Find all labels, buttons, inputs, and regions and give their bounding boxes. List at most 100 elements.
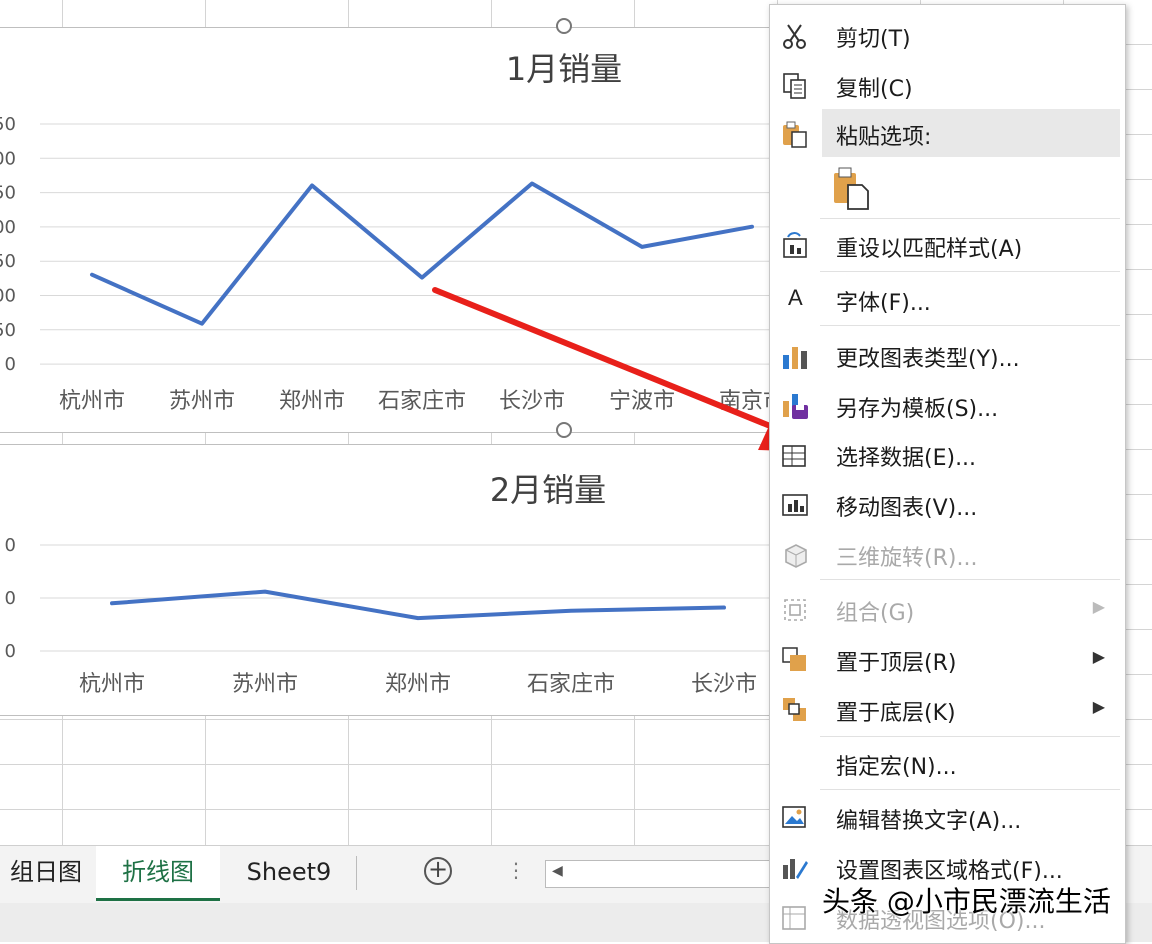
y-tick-label: 50 [0, 251, 16, 272]
menu-item-move-chart[interactable]: 移动图表(V)... [770, 480, 1125, 528]
data-point [200, 322, 204, 326]
y-tick-label: 50 [0, 114, 16, 135]
menu-label: 指定宏(N)... [836, 755, 957, 780]
more-dots-icon[interactable]: ⋮ [506, 858, 526, 882]
watermark-text: 头条 @小市民漂流生活 [822, 885, 1111, 918]
menu-item-reset-style[interactable]: 重设以匹配样式(A) [770, 221, 1125, 269]
data-point [722, 606, 726, 610]
menu-label: 置于底层(K) [836, 701, 956, 726]
menu-label: 复制(C) [836, 77, 913, 102]
menu-label: 组合(G) [836, 601, 915, 626]
x-tick-label: 苏州市 [232, 672, 298, 697]
chart-type-icon [783, 347, 807, 369]
copy-icon [783, 73, 806, 99]
x-tick-label: 苏州市 [169, 389, 235, 414]
y-tick-label: 50 [0, 320, 16, 341]
submenu-arrow-icon: ▶ [1092, 697, 1105, 716]
horizontal-scrollbar[interactable]: ◀ [545, 860, 775, 888]
menu-item-save-template[interactable]: 另存为模板(S)... [770, 381, 1125, 429]
menu-label: 字体(F)... [836, 291, 931, 316]
chart-1-top-handle[interactable] [556, 18, 572, 34]
chart-2[interactable]: 2月销量 0 0 0 杭州市 苏州市 郑州市 石家庄市 长沙市 [0, 444, 770, 716]
menu-label: 粘贴选项: [836, 125, 932, 150]
chart-title: 2月销量 [490, 471, 606, 509]
y-tick-label: 50 [0, 183, 16, 204]
data-point [263, 590, 267, 594]
x-tick-label: 郑州市 [279, 389, 345, 414]
series-line [110, 589, 726, 621]
save-template-icon [783, 394, 808, 419]
group-icon [784, 599, 806, 621]
x-tick-label: 长沙市 [691, 672, 757, 697]
menu-separator [820, 789, 1120, 790]
menu-item-edit-alt-text[interactable]: 编辑替换文字(A)... [770, 793, 1125, 841]
scissors-icon [783, 24, 806, 49]
menu-label: 选择数据(E)... [836, 446, 977, 471]
menu-item-group[interactable]: 组合(G) ▶ [770, 585, 1125, 633]
x-tick-label: 石家庄市 [527, 672, 615, 697]
menu-label: 置于顶层(R) [836, 651, 957, 676]
menu-item-3d-rotation[interactable]: 三维旋转(R)... [770, 530, 1125, 578]
tab-divider [356, 856, 357, 890]
menu-item-send-to-back[interactable]: 置于底层(K) ▶ [770, 685, 1125, 733]
y-tick-label: 0 [5, 641, 16, 662]
rotate-3d-icon [785, 544, 807, 568]
paste-icon [783, 121, 807, 148]
reset-style-icon [783, 232, 807, 258]
data-point [110, 601, 114, 605]
x-tick-label: 杭州市 [79, 672, 145, 697]
data-point [530, 182, 534, 186]
font-icon: A [788, 285, 803, 310]
menu-item-select-data[interactable]: 选择数据(E)... [770, 430, 1125, 478]
y-tick-label: 00 [0, 148, 16, 169]
chart-title: 1月销量 [506, 50, 622, 88]
menu-separator [820, 271, 1120, 272]
tab-sheet-1[interactable]: 组日图 [0, 846, 92, 898]
menu-item-paste-options-header: 粘贴选项: [770, 109, 1125, 157]
select-data-icon [782, 445, 806, 467]
format-area-icon [783, 859, 808, 879]
menu-label: 移动图表(V)... [836, 496, 978, 521]
menu-separator [820, 736, 1120, 737]
paste-keep-icon[interactable] [832, 165, 872, 211]
submenu-arrow-icon: ▶ [1092, 647, 1105, 666]
scroll-left-icon[interactable]: ◀ [552, 863, 563, 879]
menu-separator [820, 325, 1120, 326]
alt-text-icon [782, 806, 806, 828]
tab-sheet-3[interactable]: Sheet9 [228, 846, 350, 898]
menu-label: 重设以匹配样式(A) [836, 237, 1023, 262]
menu-item-font[interactable]: A 字体(F)... [770, 275, 1125, 323]
menu-label: 另存为模板(S)... [836, 397, 999, 422]
menu-item-paste-keep[interactable] [770, 161, 1125, 219]
menu-separator [820, 218, 1120, 219]
y-tick-label: 0 [5, 535, 16, 556]
add-sheet-button[interactable]: + [424, 855, 452, 885]
menu-label: 剪切(T) [836, 27, 911, 52]
menu-item-assign-macro[interactable]: 指定宏(N)... [770, 739, 1125, 787]
menu-item-bring-to-front[interactable]: 置于顶层(R) ▶ [770, 635, 1125, 683]
x-tick-label: 郑州市 [385, 672, 451, 697]
data-point [416, 616, 420, 620]
chart-2-svg: 2月销量 0 0 0 杭州市 苏州市 郑州市 石家庄市 长沙市 [5, 471, 770, 697]
data-point [640, 245, 644, 249]
context-menu: 剪切(T) 复制(C) 粘贴选项: 重设以匹配样式(A) A 字体(F)... … [769, 4, 1126, 944]
y-tick-label: 0 [5, 588, 16, 609]
submenu-arrow-icon: ▶ [1092, 597, 1105, 616]
data-point [750, 225, 754, 229]
send-back-icon [783, 698, 806, 721]
menu-item-copy[interactable]: 复制(C) [770, 61, 1125, 109]
menu-item-change-chart-type[interactable]: 更改图表类型(Y)... [770, 331, 1125, 379]
pivot-icon [782, 906, 806, 930]
menu-separator [820, 579, 1120, 580]
bring-front-icon [782, 647, 806, 671]
tab-sheet-2[interactable]: 折线图 [96, 846, 220, 901]
plus-icon: + [427, 855, 449, 883]
y-tick-label: 00 [0, 286, 16, 307]
menu-item-cut[interactable]: 剪切(T) [770, 11, 1125, 59]
move-chart-icon [782, 494, 808, 516]
menu-label: 编辑替换文字(A)... [836, 809, 1022, 834]
menu-label: 更改图表类型(Y)... [836, 347, 1020, 372]
data-point [90, 273, 94, 277]
data-point [420, 276, 424, 280]
y-tick-label: 0 [5, 354, 16, 375]
